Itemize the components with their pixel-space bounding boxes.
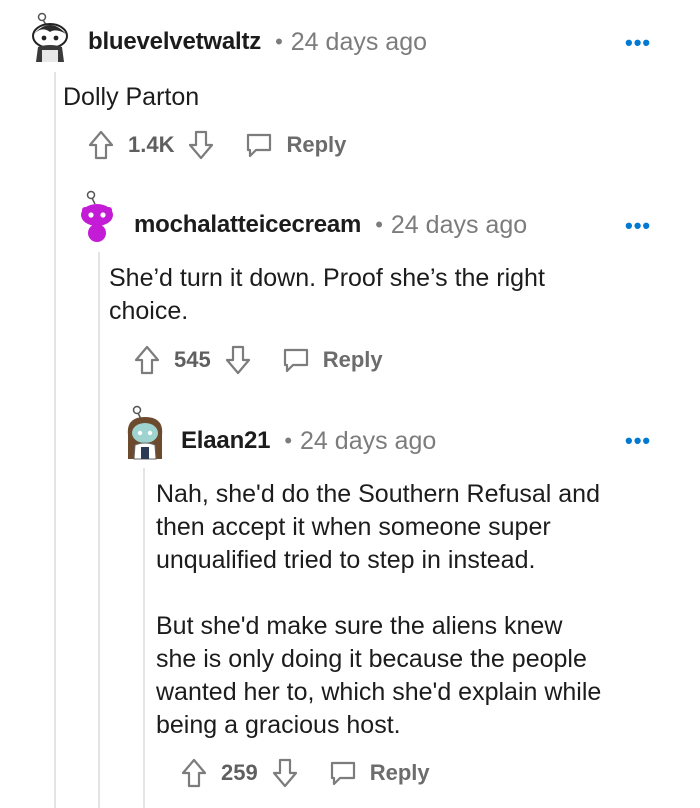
- upvote-icon[interactable]: [134, 345, 160, 375]
- downvote-icon[interactable]: [188, 130, 214, 160]
- comment-header: mochalatteicecream • 24 days ago: [134, 205, 527, 245]
- more-options-icon[interactable]: •••: [625, 430, 651, 452]
- reply-bubble-icon[interactable]: [281, 346, 311, 374]
- vote-score: 545: [174, 347, 211, 372]
- reply-bubble-icon[interactable]: [244, 131, 274, 159]
- vote-score: 1.4K: [128, 132, 175, 157]
- timestamp[interactable]: 24 days ago: [300, 427, 436, 456]
- separator-dot: •: [284, 428, 293, 453]
- timestamp[interactable]: 24 days ago: [391, 211, 527, 240]
- separator-dot: •: [375, 212, 383, 237]
- comment-body: Dolly Parton: [63, 83, 200, 111]
- separator-dot: •: [275, 29, 283, 54]
- reply-bubble-icon[interactable]: [328, 759, 358, 787]
- timestamp[interactable]: 24 days ago: [291, 28, 427, 57]
- snoo-avatar-purple-icon[interactable]: [74, 190, 120, 251]
- comment-actions: 259 Reply: [181, 756, 430, 790]
- comment-actions: 1.4K Reply: [88, 128, 346, 162]
- username[interactable]: mochalatteicecream: [134, 211, 361, 239]
- thread-line-level2[interactable]: [98, 252, 100, 808]
- comment-actions: 545 Reply: [134, 343, 383, 377]
- upvote-icon[interactable]: [181, 758, 207, 788]
- snoo-avatar-teal-icon[interactable]: [122, 405, 168, 468]
- reply-button[interactable]: Reply: [323, 347, 383, 373]
- reply-button[interactable]: Reply: [370, 760, 430, 786]
- username[interactable]: bluevelvetwaltz: [88, 28, 261, 56]
- downvote-icon[interactable]: [225, 345, 251, 375]
- reply-button[interactable]: Reply: [286, 132, 346, 158]
- more-options-icon[interactable]: •••: [625, 215, 651, 237]
- vote-score: 259: [221, 760, 258, 785]
- thread-line-level1[interactable]: [54, 72, 56, 808]
- snoo-avatar-dark-icon[interactable]: [26, 12, 74, 69]
- comment-body: She’d turn it down. Proof she’s the righ…: [109, 264, 545, 325]
- thread-line-level3[interactable]: [143, 468, 145, 808]
- downvote-icon[interactable]: [272, 758, 298, 788]
- more-options-icon[interactable]: •••: [625, 32, 651, 54]
- username[interactable]: Elaan21: [181, 427, 271, 455]
- upvote-icon[interactable]: [88, 130, 114, 160]
- comment-header: bluevelvetwaltz • 24 days ago: [88, 22, 427, 62]
- comment-body: Nah, she'd do the Southern Refusal and t…: [156, 480, 602, 739]
- comment-header: Elaan21 • 24 days ago: [181, 421, 436, 461]
